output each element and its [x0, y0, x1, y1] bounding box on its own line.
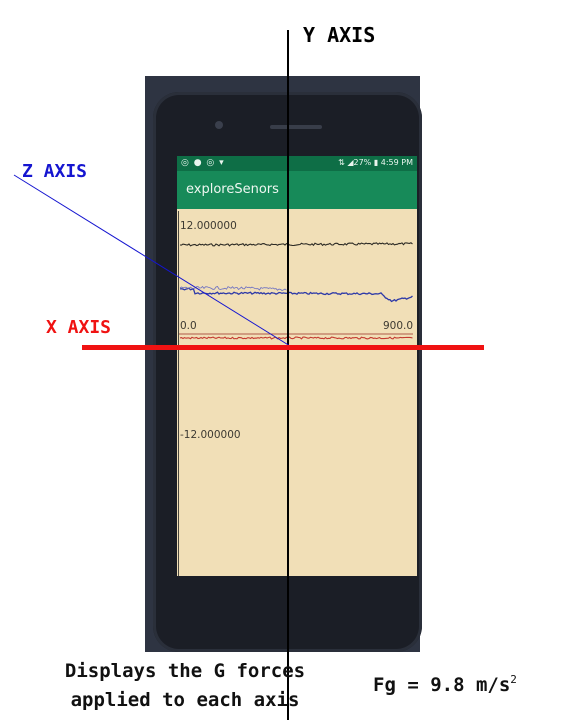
caption-line-2: applied to each axis — [70, 689, 300, 711]
gravity-formula: Fg = 9.8 m/s2 — [373, 673, 517, 696]
formula-text: Fg = 9.8 m/s — [373, 674, 511, 696]
y-axis-label: Y AXIS — [303, 23, 376, 47]
x-axis-label: X AXIS — [46, 317, 112, 338]
formula-exponent: 2 — [510, 673, 517, 686]
z-axis-label: Z AXIS — [22, 161, 88, 182]
axes-overlay — [13, 30, 484, 720]
caption: Displays the G forces applied to each ax… — [20, 657, 350, 715]
caption-line-1: Displays the G forces — [64, 660, 306, 682]
